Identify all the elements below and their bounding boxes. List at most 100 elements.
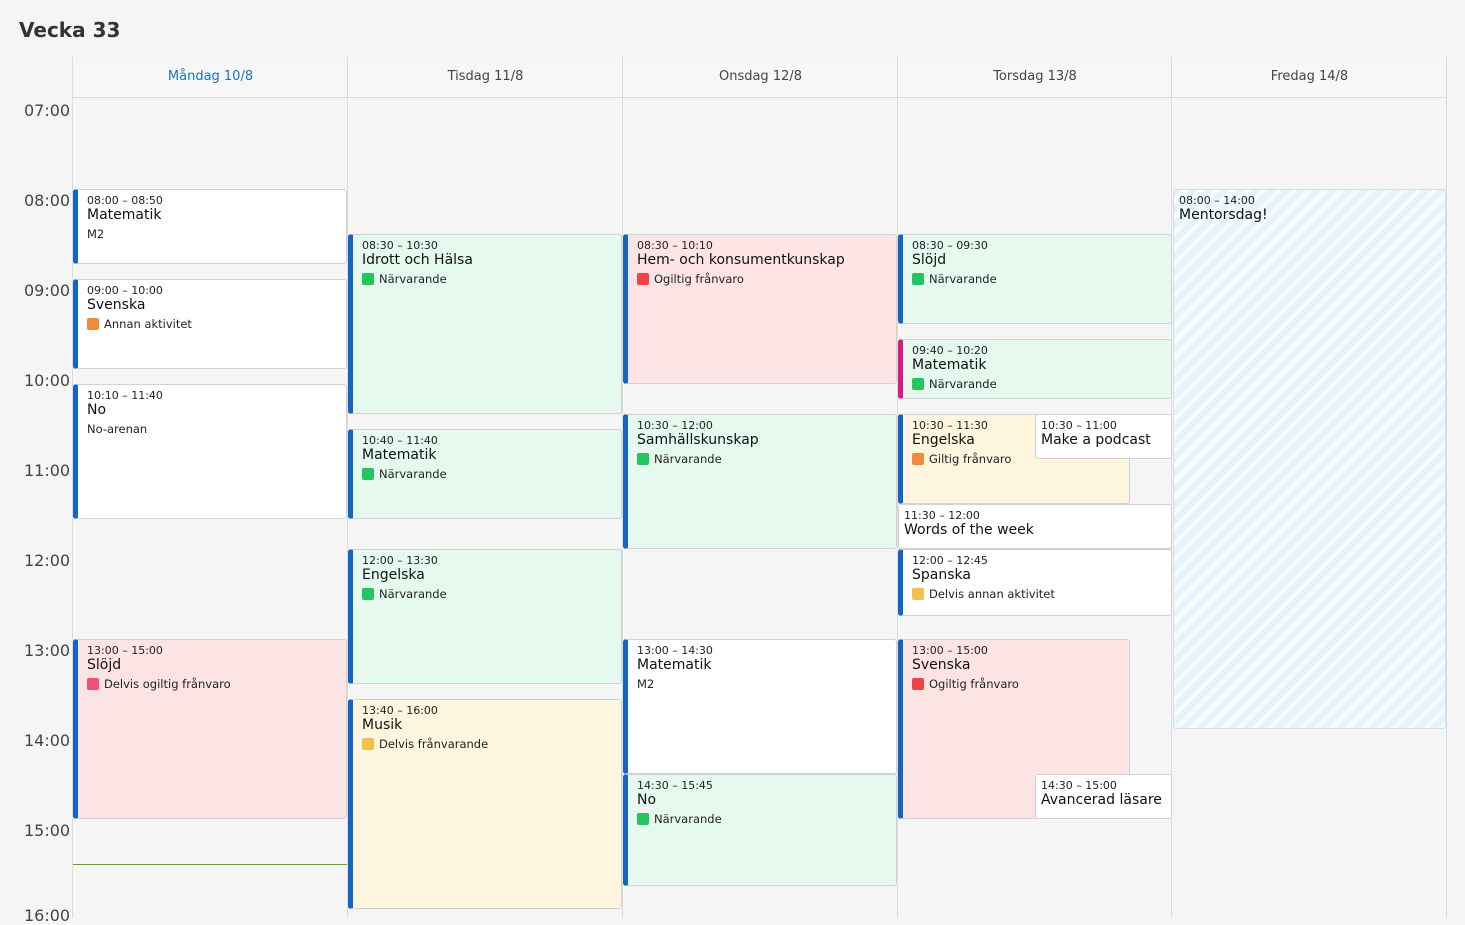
status-square-icon xyxy=(912,588,924,600)
event-room: M2 xyxy=(87,227,105,241)
event-title: Words of the week xyxy=(904,522,1034,538)
event-time: 10:30 – 12:00 xyxy=(637,419,713,432)
attendance-status: Ogiltig frånvaro xyxy=(912,677,1123,691)
event-title: Engelska xyxy=(362,567,425,583)
page-title: Vecka 33 xyxy=(19,18,121,42)
event-time: 12:00 – 12:45 xyxy=(912,554,988,567)
event-card[interactable]: 14:30 – 15:45 No Närvarande xyxy=(623,774,897,886)
event-card[interactable]: 13:00 – 14:30 Matematik M2 xyxy=(623,639,897,774)
event-time: 14:30 – 15:00 xyxy=(1041,779,1117,792)
event-room: No-arenan xyxy=(87,422,148,436)
status-square-icon xyxy=(912,273,924,285)
event-card[interactable]: 12:00 – 12:45 Spanska Delvis annan aktiv… xyxy=(898,549,1172,616)
status-label: Närvarande xyxy=(929,377,997,391)
status-square-icon xyxy=(87,678,99,690)
status-square-icon xyxy=(912,678,924,690)
day-header-thursday[interactable]: Torsdag 13/8 xyxy=(897,57,1172,98)
attendance-status: Ogiltig frånvaro xyxy=(637,272,890,286)
status-label: Närvarande xyxy=(379,467,447,481)
status-label: Närvarande xyxy=(929,272,997,286)
status-label: Giltig frånvaro xyxy=(929,452,1012,466)
attendance-status: Annan aktivitet xyxy=(87,317,340,331)
event-card[interactable]: 09:40 – 10:20 Matematik Närvarande xyxy=(898,339,1172,399)
attendance-status: Närvarande xyxy=(362,467,615,481)
event-card[interactable]: 13:40 – 16:00 Musik Delvis frånvarande xyxy=(348,699,622,909)
event-time: 13:00 – 14:30 xyxy=(637,644,713,657)
hour-label: 13:00 xyxy=(24,641,71,660)
event-card[interactable]: 08:00 – 08:50 Matematik M2 xyxy=(73,189,347,264)
event-room: M2 xyxy=(637,677,655,691)
day-header-tuesday[interactable]: Tisdag 11/8 xyxy=(347,57,623,98)
status-label: Ogiltig frånvaro xyxy=(929,677,1019,691)
attendance-status: Delvis annan aktivitet xyxy=(912,587,1165,601)
current-time-line xyxy=(73,864,347,865)
status-label: Närvarande xyxy=(654,452,722,466)
attendance-status: Delvis frånvarande xyxy=(362,737,615,751)
column-divider xyxy=(1446,57,1447,918)
event-time: 11:30 – 12:00 xyxy=(904,509,980,522)
event-card[interactable]: 11:30 – 12:00 Words of the week xyxy=(898,504,1172,549)
event-time: 12:00 – 13:30 xyxy=(362,554,438,567)
event-card[interactable]: 10:40 – 11:40 Matematik Närvarande xyxy=(348,429,622,519)
status-label: Närvarande xyxy=(654,812,722,826)
hour-label: 08:00 xyxy=(24,191,71,210)
event-card[interactable]: 08:30 – 09:30 Slöjd Närvarande xyxy=(898,234,1172,324)
event-card[interactable]: 14:30 – 15:00 Avancerad läsare xyxy=(1035,774,1172,819)
event-time: 08:00 – 14:00 xyxy=(1179,194,1255,207)
event-title: Samhällskunskap xyxy=(637,432,759,448)
event-card[interactable]: 12:00 – 13:30 Engelska Närvarande xyxy=(348,549,622,684)
hour-label: 09:00 xyxy=(24,281,71,300)
event-title: Matematik xyxy=(637,657,712,673)
event-title: Matematik xyxy=(87,207,162,223)
event-time: 10:40 – 11:40 xyxy=(362,434,438,447)
attendance-status: Närvarande xyxy=(637,812,890,826)
event-time: 13:40 – 16:00 xyxy=(362,704,438,717)
event-title: Avancerad läsare xyxy=(1041,792,1162,808)
day-header-friday[interactable]: Fredag 14/8 xyxy=(1171,57,1447,98)
event-time: 10:30 – 11:00 xyxy=(1041,419,1117,432)
event-time: 09:40 – 10:20 xyxy=(912,344,988,357)
status-label: Ogiltig frånvaro xyxy=(654,272,744,286)
attendance-status: Närvarande xyxy=(362,272,615,286)
event-title: Mentorsdag! xyxy=(1179,207,1268,223)
event-card[interactable]: 08:30 – 10:30 Idrott och Hälsa Närvarand… xyxy=(348,234,622,414)
day-header-wednesday[interactable]: Onsdag 12/8 xyxy=(622,57,898,98)
event-time: 13:00 – 15:00 xyxy=(87,644,163,657)
event-title: Idrott och Hälsa xyxy=(362,252,473,268)
status-square-icon xyxy=(637,813,649,825)
event-time: 10:10 – 11:40 xyxy=(87,389,163,402)
event-time: 09:00 – 10:00 xyxy=(87,284,163,297)
event-card[interactable]: 08:00 – 14:00 Mentorsdag! xyxy=(1173,189,1446,729)
event-card[interactable]: 09:00 – 10:00 Svenska Annan aktivitet xyxy=(73,279,347,369)
hour-label: 11:00 xyxy=(24,461,71,480)
status-square-icon xyxy=(87,318,99,330)
event-time: 08:30 – 10:10 xyxy=(637,239,713,252)
status-square-icon xyxy=(637,453,649,465)
event-card[interactable]: 10:10 – 11:40 No No-arenan xyxy=(73,384,347,519)
event-title: Slöjd xyxy=(87,657,122,673)
event-title: Matematik xyxy=(362,447,437,463)
status-square-icon xyxy=(362,468,374,480)
event-card[interactable]: 08:30 – 10:10 Hem- och konsumentkunskap … xyxy=(623,234,897,384)
day-header-monday[interactable]: Måndag 10/8 xyxy=(72,57,348,98)
attendance-status: Närvarande xyxy=(362,587,615,601)
status-square-icon xyxy=(637,273,649,285)
attendance-status: Närvarande xyxy=(637,452,890,466)
event-card[interactable]: 13:00 – 15:00 Slöjd Delvis ogiltig frånv… xyxy=(73,639,347,819)
status-square-icon xyxy=(912,453,924,465)
event-title: Spanska xyxy=(912,567,971,583)
event-time: 13:00 – 15:00 xyxy=(912,644,988,657)
event-title: Svenska xyxy=(87,297,146,313)
hour-label: 12:00 xyxy=(24,551,71,570)
status-label: Närvarande xyxy=(379,272,447,286)
event-title: Matematik xyxy=(912,357,987,373)
event-title: No xyxy=(87,402,107,418)
hour-label: 16:00 xyxy=(24,906,71,925)
status-label: Annan aktivitet xyxy=(104,317,192,331)
event-card[interactable]: 10:30 – 12:00 Samhällskunskap Närvarande xyxy=(623,414,897,549)
hour-label: 07:00 xyxy=(24,101,71,120)
event-title: Make a podcast xyxy=(1041,432,1151,448)
hour-label: 15:00 xyxy=(24,821,71,840)
event-time: 08:30 – 10:30 xyxy=(362,239,438,252)
event-card[interactable]: 10:30 – 11:00 Make a podcast xyxy=(1035,414,1172,459)
